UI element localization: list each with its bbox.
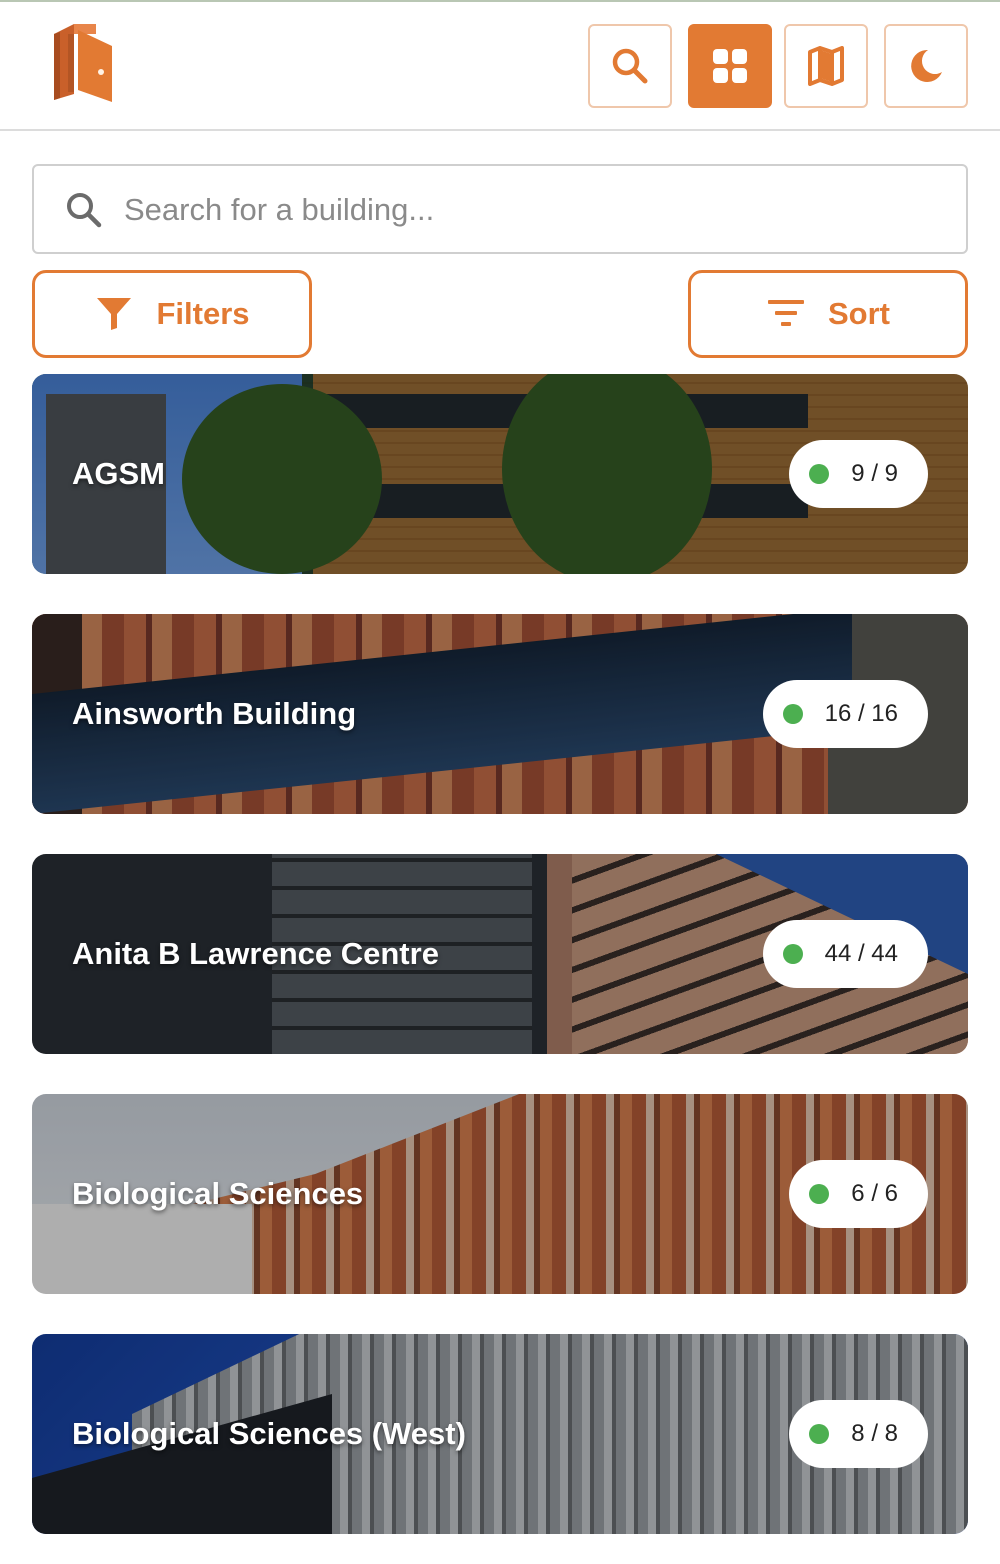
search-view-button[interactable]	[588, 24, 672, 108]
room-count: 44 / 44	[824, 940, 898, 967]
sort-button[interactable]: Sort	[688, 270, 968, 358]
door-logo-icon[interactable]	[50, 20, 114, 104]
building-name: Ainsworth Building	[72, 696, 357, 731]
filters-button[interactable]: Filters	[32, 270, 312, 358]
grid-view-button[interactable]	[688, 24, 772, 108]
building-search	[32, 164, 968, 254]
map-view-button[interactable]	[784, 24, 868, 108]
room-availability-badge: 9 / 9	[789, 440, 928, 508]
grid-icon	[713, 49, 747, 83]
building-card[interactable]: Anita B Lawrence Centre 44 / 44	[32, 854, 968, 1054]
map-icon	[808, 46, 844, 86]
room-availability-badge: 6 / 6	[789, 1160, 928, 1228]
status-dot-icon	[809, 464, 830, 484]
app-header	[0, 2, 1000, 131]
status-dot-icon	[782, 704, 803, 724]
status-dot-icon	[809, 1184, 830, 1204]
building-card[interactable]: Biological Sciences (West) 8 / 8	[32, 1334, 968, 1534]
room-availability-badge: 8 / 8	[789, 1400, 928, 1468]
building-card[interactable]: Biological Sciences 6 / 6	[32, 1094, 968, 1294]
building-name: Biological Sciences (West)	[72, 1416, 466, 1451]
search-icon	[67, 193, 102, 228]
room-availability-badge: 16 / 16	[762, 680, 928, 748]
building-card[interactable]: Ainsworth Building 16 / 16	[32, 614, 968, 814]
building-card[interactable]: AGSM 9 / 9	[32, 374, 968, 574]
status-dot-icon	[809, 1424, 830, 1444]
filter-icon	[97, 298, 132, 330]
room-availability-badge: 44 / 44	[762, 920, 928, 988]
building-name: Anita B Lawrence Centre	[72, 936, 439, 971]
sort-icon	[768, 300, 804, 326]
building-name: AGSM	[72, 456, 165, 491]
dark-mode-button[interactable]	[884, 24, 968, 108]
search-input[interactable]	[124, 184, 944, 236]
moon-icon	[911, 49, 942, 82]
room-count: 8 / 8	[851, 1420, 898, 1447]
search-icon	[612, 48, 648, 84]
filters-label: Filters	[156, 296, 250, 331]
building-name: Biological Sciences	[72, 1176, 364, 1211]
room-count: 9 / 9	[851, 460, 898, 487]
room-count: 6 / 6	[851, 1180, 898, 1207]
room-count: 16 / 16	[824, 700, 898, 727]
sort-label: Sort	[828, 296, 890, 331]
status-dot-icon	[782, 944, 803, 964]
